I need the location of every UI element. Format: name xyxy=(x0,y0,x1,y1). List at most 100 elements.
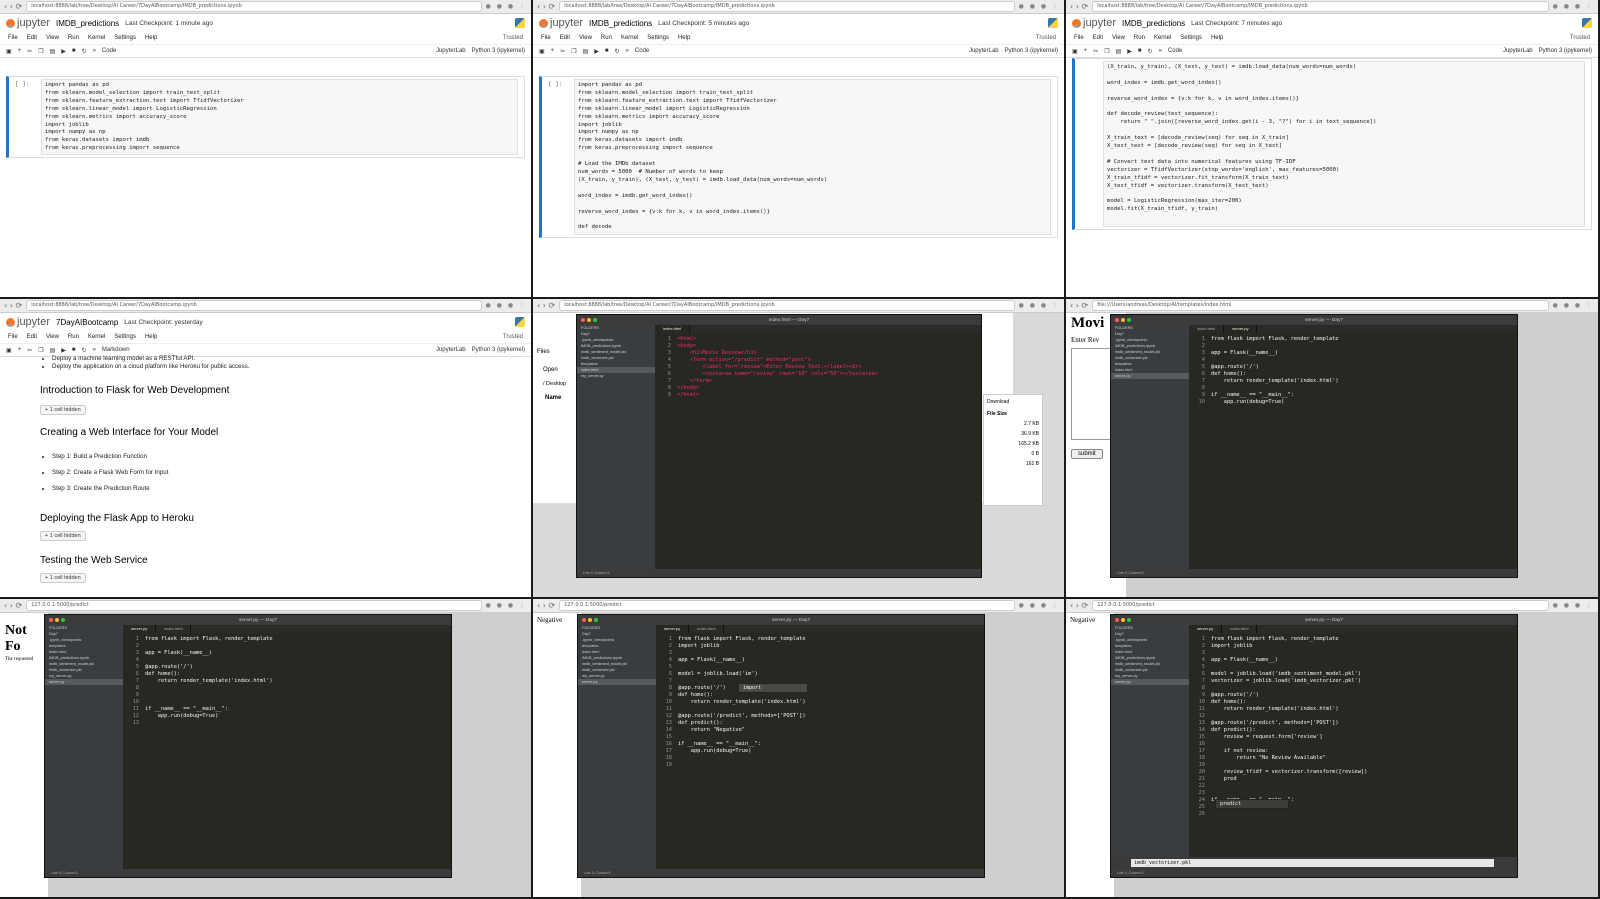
cell-editor[interactable]: import pandas as pd from sklearn.model_s… xyxy=(574,79,1051,235)
sidebar-item[interactable]: server.py xyxy=(578,679,656,685)
notebook-title[interactable]: IMDB_predictions xyxy=(56,19,119,28)
code-cell[interactable]: [ ]: ❐ ↑ ↓ ⤓ ⌫ 🗑 import pandas as pd fro… xyxy=(6,76,525,158)
menu-file[interactable]: File xyxy=(1074,35,1084,41)
cell-type-select[interactable]: Code xyxy=(635,48,649,54)
fast-forward-icon[interactable]: » xyxy=(93,48,96,54)
autocomplete-item[interactable]: predict xyxy=(1220,801,1241,807)
menu-settings[interactable]: Settings xyxy=(114,334,136,340)
restart-icon[interactable]: ↻ xyxy=(615,48,620,55)
window-controls[interactable] xyxy=(1111,618,1131,622)
browser-extension-icons[interactable]: ● ● ● ⋮ xyxy=(1019,3,1060,10)
autocomplete-popup[interactable]: predict xyxy=(1215,799,1289,809)
run-icon[interactable]: ▶ xyxy=(61,347,66,354)
back-forward-icon[interactable]: ‹ › ⟳ xyxy=(1070,601,1088,610)
autocomplete-popup[interactable]: import xyxy=(738,683,808,693)
code-area[interactable]: from flask import Flask, render_template… xyxy=(1211,633,1511,857)
back-forward-icon[interactable]: ‹ › ⟳ xyxy=(4,601,22,610)
fast-forward-icon[interactable]: » xyxy=(93,347,96,353)
window-controls[interactable] xyxy=(1111,318,1131,322)
window-controls[interactable] xyxy=(45,618,65,622)
add-cell-icon[interactable]: + xyxy=(551,48,555,54)
paste-icon[interactable]: ▤ xyxy=(583,48,589,55)
back-forward-icon[interactable]: ‹ › ⟳ xyxy=(537,301,555,310)
add-cell-icon[interactable]: + xyxy=(18,48,22,54)
sublime-editor-window[interactable]: server.py — Day7 FOLDERS Day7 .ipynb_che… xyxy=(44,614,452,878)
menu-kernel[interactable]: Kernel xyxy=(621,35,638,41)
jupyterlab-link[interactable]: JupyterLab xyxy=(969,48,999,54)
sublime-editor-window[interactable]: server.py — Day7 FOLDERS Day7 .ipynb_che… xyxy=(577,614,985,878)
run-icon[interactable]: ▶ xyxy=(1127,48,1132,55)
trusted-badge[interactable]: Trusted xyxy=(1570,35,1590,41)
add-cell-icon[interactable]: + xyxy=(1084,48,1088,54)
download-button[interactable]: Download xyxy=(984,395,1042,409)
restart-icon[interactable]: ↻ xyxy=(82,347,87,354)
menu-edit[interactable]: Edit xyxy=(560,35,570,41)
stop-icon[interactable]: ■ xyxy=(72,48,76,54)
menu-file[interactable]: File xyxy=(8,334,18,340)
trusted-badge[interactable]: Trusted xyxy=(503,334,523,340)
menu-kernel[interactable]: Kernel xyxy=(88,35,105,41)
jupyter-logo[interactable]: jupyter xyxy=(539,17,583,29)
menu-file[interactable]: File xyxy=(541,35,551,41)
cell-type-select[interactable]: Code xyxy=(1168,48,1182,54)
restart-icon[interactable]: ↻ xyxy=(1148,48,1153,55)
sidebar-item[interactable]: server.py xyxy=(1111,679,1189,685)
open-button[interactable]: Open xyxy=(543,367,558,373)
tab-server-py[interactable]: server.py xyxy=(1189,625,1223,633)
menu-help[interactable]: Help xyxy=(678,35,690,41)
menu-run[interactable]: Run xyxy=(68,35,79,41)
copy-icon[interactable]: ❐ xyxy=(38,347,43,354)
paste-icon[interactable]: ▤ xyxy=(1116,48,1122,55)
menu-run[interactable]: Run xyxy=(68,334,79,340)
browser-extension-icons[interactable]: ● ● ● ⋮ xyxy=(1019,602,1060,609)
kernel-name[interactable]: Python 3 (ipykernel) xyxy=(1539,48,1592,54)
paste-icon[interactable]: ▤ xyxy=(50,347,56,354)
notebook-title[interactable]: IMDB_predictions xyxy=(1122,19,1185,28)
cut-icon[interactable]: ✂ xyxy=(560,48,565,55)
find-input[interactable]: imdb_vectorizer.pkl xyxy=(1131,859,1494,867)
menu-file[interactable]: File xyxy=(8,35,18,41)
column-name[interactable]: Name xyxy=(545,395,561,401)
address-bar[interactable]: localhost:8888/lab/tree/Desktop/AI Caree… xyxy=(559,300,1015,311)
menu-view[interactable]: View xyxy=(46,35,59,41)
autocomplete-item[interactable]: import xyxy=(743,685,761,691)
tab-server-py[interactable]: server.py xyxy=(1224,325,1258,333)
menu-help[interactable]: Help xyxy=(145,35,157,41)
window-controls[interactable] xyxy=(577,318,597,322)
browser-extension-icons[interactable]: ● ● ● ⋮ xyxy=(1553,3,1594,10)
tab-index-html[interactable]: index.html xyxy=(689,625,725,633)
save-icon[interactable]: ▣ xyxy=(539,48,545,55)
files-tab[interactable]: Files xyxy=(537,349,550,355)
menu-edit[interactable]: Edit xyxy=(27,334,37,340)
cut-icon[interactable]: ✂ xyxy=(1093,48,1098,55)
trusted-badge[interactable]: Trusted xyxy=(503,35,523,41)
code-cell[interactable]: (X_train, y_train), (X_test, y_test) = i… xyxy=(1072,58,1592,230)
back-forward-icon[interactable]: ‹ › ⟳ xyxy=(537,601,555,610)
save-icon[interactable]: ▣ xyxy=(6,48,12,55)
hidden-cells-button[interactable]: + 1 cell hidden xyxy=(40,531,86,541)
address-bar[interactable]: localhost:8888/lab/tree/Desktop/AI Caree… xyxy=(1092,1,1549,12)
code-area[interactable]: <html> <body> <h1>Movie Review</h1> <for… xyxy=(677,333,975,569)
sidebar-item[interactable]: my_server.py xyxy=(577,373,655,379)
sublime-editor-window[interactable]: server.py — Day7 FOLDERS Day7 .ipynb_che… xyxy=(1110,314,1518,578)
menu-help[interactable]: Help xyxy=(145,334,157,340)
hidden-cells-button[interactable]: + 1 cell hidden xyxy=(40,573,86,583)
sidebar-item[interactable]: server.py xyxy=(45,679,123,685)
menu-run[interactable]: Run xyxy=(601,35,612,41)
run-icon[interactable]: ▶ xyxy=(61,48,66,55)
tab-index-html[interactable]: index.html xyxy=(1189,325,1225,333)
back-forward-icon[interactable]: ‹ › ⟳ xyxy=(1070,301,1088,310)
browser-extension-icons[interactable]: ● ● ● ⋮ xyxy=(486,3,527,10)
menu-run[interactable]: Run xyxy=(1134,35,1145,41)
sidebar-item[interactable]: server.py xyxy=(1111,373,1189,379)
browser-extension-icons[interactable]: ● ● ● ⋮ xyxy=(1553,302,1594,309)
kernel-name[interactable]: Python 3 (ipykernel) xyxy=(472,347,525,353)
run-icon[interactable]: ▶ xyxy=(594,48,599,55)
window-controls[interactable] xyxy=(578,618,598,622)
menu-settings[interactable]: Settings xyxy=(114,35,136,41)
jupyterlab-link[interactable]: JupyterLab xyxy=(436,347,466,353)
menu-help[interactable]: Help xyxy=(1211,35,1223,41)
tab-index-html[interactable]: index.html xyxy=(1222,625,1258,633)
code-area[interactable]: from flask import Flask, render_template… xyxy=(145,633,445,869)
back-forward-icon[interactable]: ‹ › ⟳ xyxy=(4,2,22,11)
